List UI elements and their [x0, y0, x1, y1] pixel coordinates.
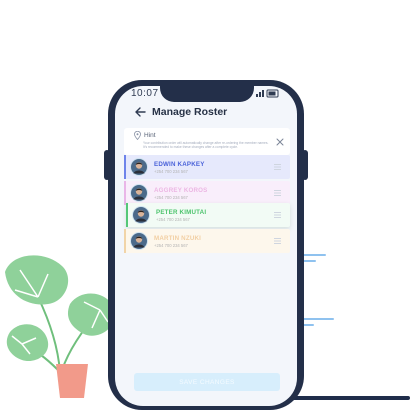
member-name: MARTIN NZUKI [154, 235, 202, 242]
member-phone: +254 700 234 567 [154, 195, 188, 200]
phone-side-button [104, 150, 110, 180]
save-changes-button[interactable]: SAVE CHANGES [134, 373, 280, 391]
roster-row[interactable]: EDWIN KAPKEY +254 700 234 567 [124, 155, 290, 179]
avatar [130, 232, 148, 250]
row-accent-stripe [124, 181, 126, 205]
avatar [130, 158, 148, 176]
phone-side-button [302, 150, 308, 180]
roster-row[interactable]: PETER KIMUTAI +254 700 234 567 [126, 203, 290, 227]
drag-handle-icon[interactable] [274, 212, 281, 218]
close-icon[interactable] [276, 138, 284, 146]
member-name: EDWIN KAPKEY [154, 161, 205, 168]
row-accent-stripe [124, 229, 126, 253]
drag-handle-icon[interactable] [274, 164, 281, 170]
member-name: AGGREY KOROS [154, 187, 208, 194]
signal-battery-icon [256, 89, 279, 98]
hint-text: Your contribution order will automatical… [143, 141, 269, 150]
member-phone: +254 700 234 567 [154, 169, 188, 174]
plant-illustration [5, 255, 115, 398]
drag-handle-icon[interactable] [274, 190, 281, 196]
avatar [130, 184, 148, 202]
back-arrow-icon[interactable] [133, 105, 147, 119]
row-accent-stripe [126, 203, 128, 227]
row-accent-stripe [124, 155, 126, 179]
hint-label: Hint [144, 132, 156, 139]
member-phone: +254 700 234 567 [156, 217, 190, 222]
roster-row[interactable]: AGGREY KOROS +254 700 234 567 [124, 181, 290, 205]
page-title: Manage Roster [152, 106, 228, 118]
member-phone: +254 700 234 567 [154, 243, 188, 248]
drag-handle-icon[interactable] [274, 238, 281, 244]
member-name: PETER KIMUTAI [156, 209, 207, 216]
roster-row[interactable]: MARTIN NZUKI +254 700 234 567 [124, 229, 290, 253]
location-pin-icon [134, 131, 141, 140]
avatar [132, 206, 150, 224]
